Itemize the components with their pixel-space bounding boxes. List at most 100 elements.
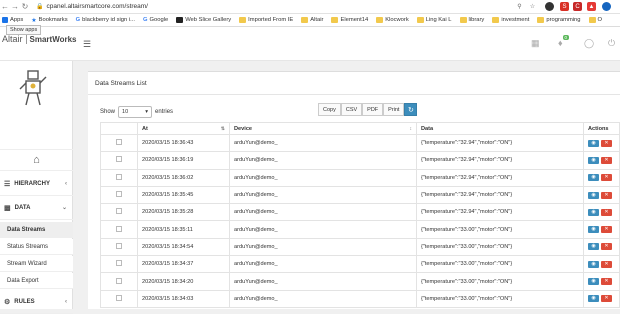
sidebar-section-rules[interactable]: ⚙ RULES ‹ bbox=[0, 290, 73, 314]
bookmark-library[interactable]: library bbox=[459, 17, 484, 23]
robot-logo-icon bbox=[19, 70, 47, 106]
view-button[interactable]: ◉ bbox=[588, 174, 599, 182]
cell-device: arduYun@demo_ bbox=[229, 203, 417, 222]
row-checkbox[interactable] bbox=[116, 173, 122, 180]
table-row[interactable]: 2020/03/15 18:35:28 arduYun@demo_ {"temper… bbox=[100, 203, 620, 222]
sidebar-item-stream-wizard[interactable]: Stream Wizard bbox=[0, 256, 73, 272]
sidebar-item-data-export[interactable]: Data Export bbox=[0, 273, 73, 289]
bookmark-ling-kai[interactable]: Ling Kai L bbox=[416, 17, 452, 23]
view-button[interactable]: ◉ bbox=[588, 243, 599, 251]
user-icon[interactable]: ◯ bbox=[584, 38, 594, 49]
hierarchy-icon: ☰ bbox=[4, 180, 11, 188]
bookmark-other[interactable]: O bbox=[588, 17, 602, 23]
row-checkbox[interactable] bbox=[116, 208, 122, 215]
delete-button[interactable]: ✕ bbox=[601, 243, 612, 251]
profile-avatar-icon[interactable] bbox=[602, 2, 611, 11]
folder-icon bbox=[301, 17, 309, 23]
extension-icon[interactable] bbox=[545, 2, 554, 11]
row-checkbox[interactable] bbox=[116, 139, 122, 146]
sidebar-section-data[interactable]: ▩ DATA ⌄ bbox=[0, 196, 73, 220]
table-row[interactable]: 2020/03/15 18:35:11 arduYun@demo_ {"temper… bbox=[100, 220, 620, 239]
row-checkbox[interactable] bbox=[116, 156, 122, 163]
extension-icon[interactable]: S bbox=[560, 2, 569, 11]
view-button[interactable]: ◉ bbox=[588, 208, 599, 216]
row-select-cell bbox=[100, 203, 138, 222]
table-row[interactable]: 2020/03/15 18:36:19 arduYun@demo_ {"temper… bbox=[100, 151, 620, 170]
bookmark-altair[interactable]: Altair bbox=[301, 17, 323, 23]
bookmark-imported[interactable]: Imported From IE bbox=[239, 17, 293, 23]
forward-icon[interactable]: → bbox=[10, 1, 20, 13]
power-icon[interactable]: ⏻ bbox=[608, 38, 615, 49]
refresh-button[interactable]: ↻ bbox=[404, 103, 418, 116]
logo-separator bbox=[25, 34, 27, 44]
back-icon[interactable]: ← bbox=[0, 1, 10, 13]
delete-button[interactable]: ✕ bbox=[601, 174, 612, 182]
sidebar-item-data-streams[interactable]: Data Streams bbox=[0, 222, 73, 238]
close-icon: ✕ bbox=[604, 226, 609, 233]
bookmark-star-icon[interactable]: ☆ bbox=[528, 2, 537, 11]
logo-product: SmartWorks bbox=[29, 34, 77, 44]
sidebar-item-status-streams[interactable]: Status Streams bbox=[0, 239, 73, 255]
csv-button[interactable]: CSV bbox=[340, 103, 363, 116]
table-row[interactable]: 2020/03/15 18:34:03 arduYun@demo_ {"temper… bbox=[100, 289, 620, 308]
view-button[interactable]: ◉ bbox=[588, 260, 599, 268]
view-button[interactable]: ◉ bbox=[588, 156, 599, 164]
delete-button[interactable]: ✕ bbox=[601, 191, 612, 199]
delete-button[interactable]: ✕ bbox=[601, 156, 612, 164]
view-button[interactable]: ◉ bbox=[588, 226, 599, 234]
delete-button[interactable]: ✕ bbox=[601, 139, 612, 147]
table-row[interactable]: 2020/03/15 18:34:54 arduYun@demo_ {"temper… bbox=[100, 237, 620, 257]
bookmark-element14[interactable]: Element14 bbox=[331, 17, 368, 23]
key-icon[interactable]: ⚲ bbox=[515, 2, 524, 11]
delete-button[interactable]: ✕ bbox=[601, 278, 612, 286]
bookmark-web-slice[interactable]: Web Slice Gallery bbox=[176, 17, 231, 23]
print-button[interactable]: Print bbox=[383, 103, 405, 116]
bookmark-investment[interactable]: investment bbox=[492, 17, 529, 23]
delete-button[interactable]: ✕ bbox=[601, 295, 612, 303]
row-checkbox[interactable] bbox=[116, 277, 122, 284]
row-checkbox[interactable] bbox=[116, 225, 122, 232]
table-row[interactable]: 2020/03/15 18:34:37 arduYun@demo_ {"temper… bbox=[100, 255, 620, 274]
table-row[interactable]: 2020/03/15 18:36:02 arduYun@demo_ {"temper… bbox=[100, 168, 620, 187]
hamburger-menu-icon[interactable]: ☰ bbox=[83, 39, 91, 50]
delete-button[interactable]: ✕ bbox=[601, 208, 612, 216]
row-checkbox[interactable] bbox=[116, 242, 122, 249]
column-header-at[interactable]: At ⇅ bbox=[137, 122, 230, 135]
view-button[interactable]: ◉ bbox=[588, 278, 599, 286]
row-checkbox[interactable] bbox=[116, 191, 122, 198]
column-header-device[interactable]: Device ↕ bbox=[229, 122, 417, 135]
row-select-cell bbox=[100, 237, 138, 257]
table-row[interactable]: 2020/03/15 18:36:43 arduYun@demo_ {"temper… bbox=[100, 133, 620, 153]
bookmark-programming[interactable]: programming bbox=[537, 17, 581, 23]
view-button[interactable]: ◉ bbox=[588, 295, 599, 303]
bookmark-bookmarks[interactable]: ★ Bookmarks bbox=[31, 17, 67, 24]
entries-select[interactable]: 10 ▾ bbox=[118, 106, 153, 118]
bookmark-apps[interactable]: Apps bbox=[2, 17, 23, 23]
row-checkbox[interactable] bbox=[116, 260, 122, 267]
copy-button[interactable]: Copy bbox=[318, 103, 341, 116]
home-button[interactable]: ⌂ bbox=[0, 149, 73, 171]
pdf-button[interactable]: PDF bbox=[362, 103, 384, 116]
bookmark-blackberry[interactable]: G blackberry id sign i... bbox=[76, 17, 135, 23]
reload-icon[interactable]: ↻ bbox=[20, 1, 30, 13]
cell-data: {"temperature":"33.00","motor":"ON"} bbox=[416, 220, 584, 239]
table-row[interactable]: 2020/03/15 18:35:45 arduYun@demo_ {"temper… bbox=[100, 185, 620, 205]
sidebar-section-hierarchy[interactable]: ☰ HIERARCHY ‹ bbox=[0, 172, 73, 196]
column-header-data: Data bbox=[416, 122, 584, 135]
delete-button[interactable]: ✕ bbox=[601, 226, 612, 234]
url-field[interactable]: 🔒 cpanel.altairsmartcore.com/stream/ bbox=[36, 1, 148, 12]
view-button[interactable]: ◉ bbox=[588, 139, 599, 147]
bell-icon[interactable]: ♦ bbox=[558, 38, 563, 48]
row-checkbox[interactable] bbox=[116, 294, 122, 301]
extension-icon[interactable]: ▲ bbox=[587, 2, 596, 11]
extension-icon[interactable]: C bbox=[573, 2, 582, 11]
bookmark-klocwork[interactable]: Klocwork bbox=[376, 17, 409, 23]
cell-at: 2020/03/15 18:34:54 bbox=[137, 237, 230, 257]
bookmark-google[interactable]: G Google bbox=[143, 17, 168, 23]
table-row[interactable]: 2020/03/15 18:34:20 arduYun@demo_ {"temper… bbox=[100, 272, 620, 291]
cell-at: 2020/03/15 18:35:45 bbox=[137, 185, 230, 205]
delete-button[interactable]: ✕ bbox=[601, 260, 612, 268]
view-button[interactable]: ◉ bbox=[588, 191, 599, 199]
apps-grid-icon[interactable]: ▦ bbox=[531, 38, 540, 49]
row-select-cell bbox=[100, 185, 138, 205]
